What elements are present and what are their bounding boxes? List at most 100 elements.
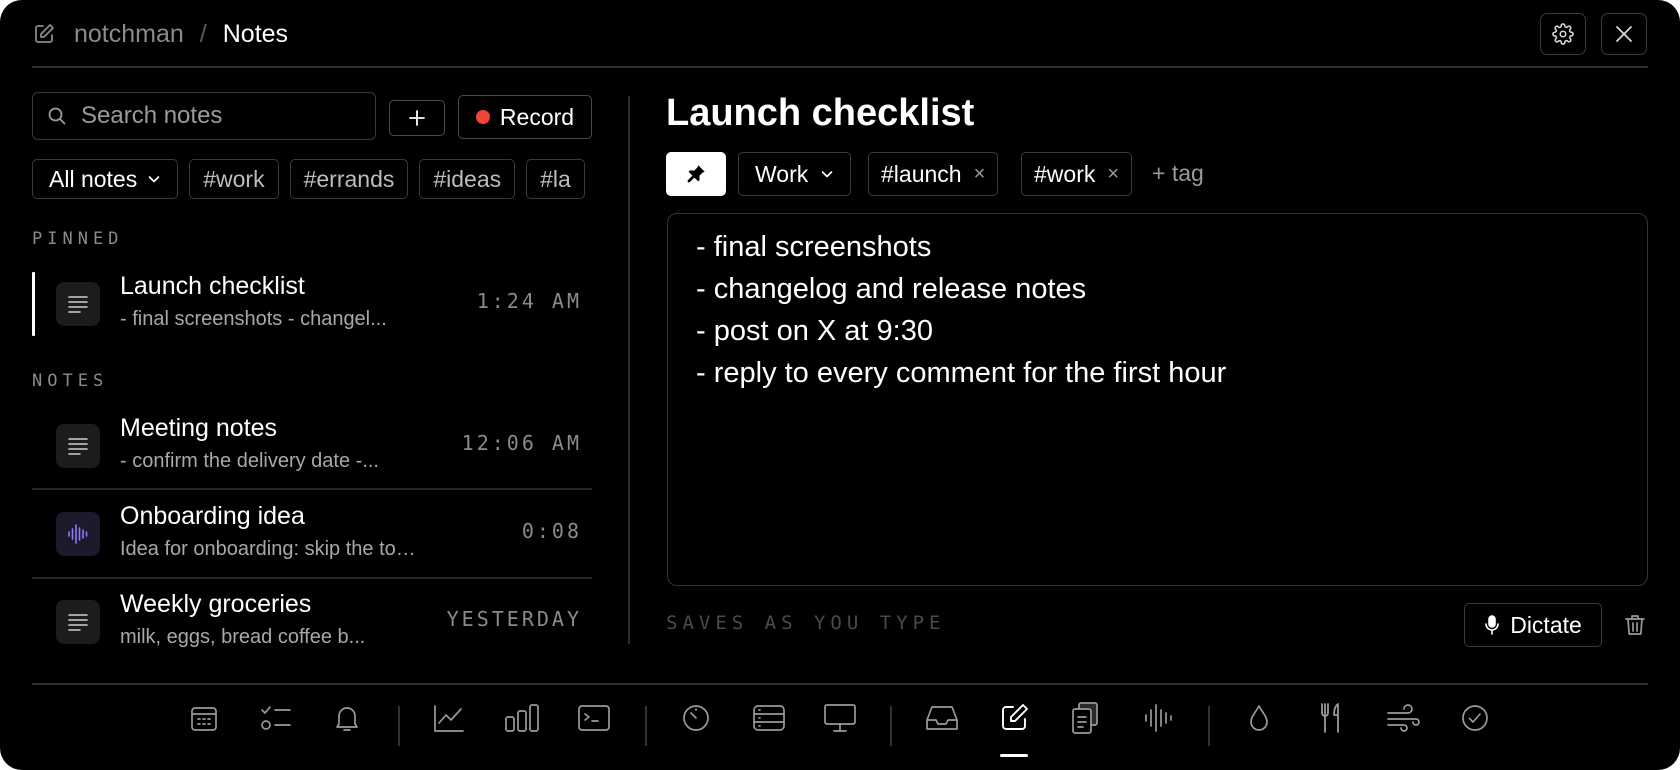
add-tag-button[interactable]: + tag xyxy=(1152,160,1204,187)
chevron-down-icon xyxy=(821,171,833,178)
waveform-icon xyxy=(56,512,100,556)
calendar-icon[interactable] xyxy=(186,700,222,736)
filter-ideas[interactable]: #ideas xyxy=(419,159,516,199)
editor-line: - post on X at 9:30 xyxy=(696,315,933,347)
notes-icon[interactable] xyxy=(996,700,1032,736)
dock-separator xyxy=(890,706,892,746)
delete-note-button[interactable] xyxy=(1620,610,1650,640)
editor-line: - final screenshots xyxy=(696,231,932,263)
fork-knife-icon[interactable] xyxy=(1313,700,1349,736)
breadcrumb-separator: / xyxy=(199,19,207,48)
note-title: Weekly groceries xyxy=(120,590,312,618)
note-title: Launch checklist xyxy=(120,272,305,300)
pinned-section-label: PINNED xyxy=(32,229,124,249)
search-input[interactable] xyxy=(79,101,343,131)
search-icon xyxy=(47,106,67,126)
dock-separator xyxy=(645,706,647,746)
column-divider xyxy=(628,96,630,644)
row-divider xyxy=(32,577,592,579)
dictate-label: Dictate xyxy=(1510,611,1582,638)
server-icon[interactable] xyxy=(751,700,787,736)
remove-tag-button[interactable]: × xyxy=(1107,163,1119,186)
timer-icon[interactable] xyxy=(678,700,714,736)
filter-errands[interactable]: #errands xyxy=(289,159,409,199)
tag-chip: #work × xyxy=(1021,152,1133,196)
editor-line: - changelog and release notes xyxy=(696,273,1087,305)
save-status: SAVES AS YOU TYPE xyxy=(666,612,946,634)
chevron-down-icon xyxy=(148,176,160,183)
settings-button[interactable] xyxy=(1540,13,1586,55)
line-chart-icon[interactable] xyxy=(431,700,467,736)
folder-select[interactable]: Work xyxy=(738,152,852,196)
dictate-button[interactable]: Dictate xyxy=(1464,603,1602,647)
water-drop-icon[interactable] xyxy=(1241,700,1277,736)
record-button[interactable]: Record xyxy=(458,95,592,139)
note-title: Onboarding idea xyxy=(120,502,305,530)
close-icon xyxy=(1614,24,1634,44)
row-divider xyxy=(32,488,592,490)
dock-active-indicator xyxy=(1000,754,1028,757)
list-item[interactable]: Launch checklist - final screenshots - c… xyxy=(32,272,592,358)
note-preview: milk, eggs, bread coffee b... xyxy=(120,626,366,648)
bell-icon[interactable] xyxy=(329,700,365,736)
trash-icon xyxy=(1625,615,1645,635)
notes-window: notchman / Notes Record All notes #work … xyxy=(0,0,1680,770)
filter-all-notes[interactable]: All notes xyxy=(32,159,179,199)
terminal-icon[interactable] xyxy=(576,700,612,736)
note-preview: Idea for onboarding: skip the tour.... xyxy=(120,538,420,560)
list-item[interactable]: Weekly groceries milk, eggs, bread coffe… xyxy=(32,590,592,676)
filter-chips: All notes #work #errands #ideas #la xyxy=(32,159,592,201)
note-editor[interactable]: - final screenshots - changelog and rele… xyxy=(667,213,1648,586)
active-indicator xyxy=(32,272,35,336)
note-time: 12:06 AM xyxy=(461,431,582,455)
monitor-icon[interactable] xyxy=(822,700,858,736)
breadcrumb-app[interactable]: notchman xyxy=(74,20,184,49)
wind-icon[interactable] xyxy=(1385,700,1421,736)
page-title: Notes xyxy=(222,19,289,48)
record-label: Record xyxy=(499,103,575,130)
waveform-icon[interactable] xyxy=(1140,700,1176,736)
editor-line: - reply to every comment for the first h… xyxy=(696,357,1227,389)
check-circle-icon[interactable] xyxy=(1457,700,1493,736)
filter-label: All notes xyxy=(49,165,138,192)
breadcrumb: notchman / Notes xyxy=(32,14,288,54)
remove-tag-button[interactable]: × xyxy=(974,163,986,186)
note-time: YESTERDAY xyxy=(446,607,582,631)
note-time: 0:08 xyxy=(521,519,582,543)
dock-separator xyxy=(1208,706,1210,746)
notes-section-label: NOTES xyxy=(32,371,109,391)
app-dock xyxy=(0,700,1680,760)
plus-icon xyxy=(409,110,425,126)
note-preview: - confirm the delivery date -... xyxy=(120,450,379,472)
checklist-icon[interactable] xyxy=(258,700,294,736)
edit-icon xyxy=(32,22,56,46)
filter-work[interactable]: #work xyxy=(189,159,279,199)
pin-icon xyxy=(687,165,705,183)
search-field[interactable] xyxy=(32,92,376,140)
dock-divider xyxy=(32,683,1648,685)
clipboard-icon[interactable] xyxy=(1067,700,1103,736)
new-note-button[interactable] xyxy=(389,100,445,136)
pin-button[interactable] xyxy=(666,152,726,196)
text-lines-icon xyxy=(56,282,100,326)
microphone-icon xyxy=(1485,615,1500,635)
tag-chip: #launch × xyxy=(868,152,999,196)
note-title: Meeting notes xyxy=(120,414,278,442)
note-time: 1:24 AM xyxy=(476,289,582,313)
text-lines-icon xyxy=(56,600,100,644)
dock-separator xyxy=(398,706,400,746)
folder-label: Work xyxy=(755,160,809,187)
tag-label: #work xyxy=(1034,160,1096,187)
gear-icon xyxy=(1552,23,1574,45)
tag-label: #launch xyxy=(881,160,962,187)
text-lines-icon xyxy=(56,424,100,468)
note-preview: - final screenshots - changel... xyxy=(120,308,387,330)
inbox-icon[interactable] xyxy=(924,700,960,736)
record-dot-icon xyxy=(475,110,490,124)
list-item[interactable]: Onboarding idea Idea for onboarding: ski… xyxy=(32,502,592,588)
note-title-heading[interactable]: Launch checklist xyxy=(666,92,974,135)
header-divider xyxy=(32,66,1648,68)
close-button[interactable] xyxy=(1601,13,1647,55)
filter-la[interactable]: #la xyxy=(526,159,585,199)
bar-chart-icon[interactable] xyxy=(504,700,540,736)
